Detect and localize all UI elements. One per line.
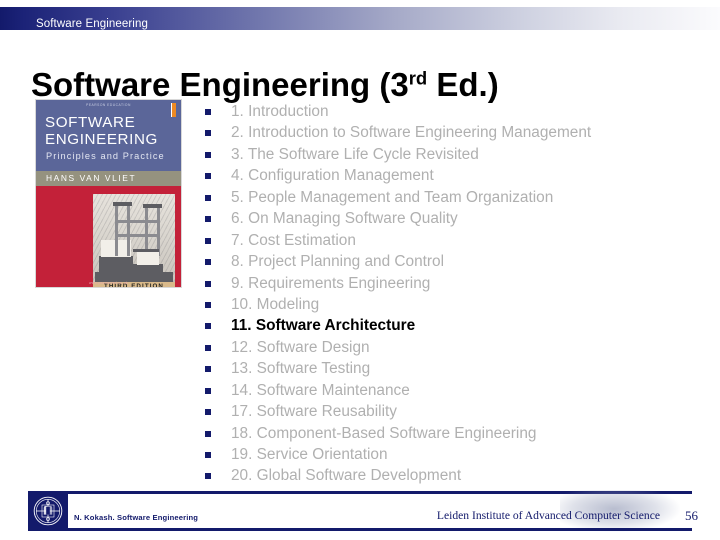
book-cover-publisher: PEARSON EDUCATION <box>86 103 131 107</box>
chapter-label: 14. Software Maintenance <box>231 381 410 399</box>
chapter-label: 9. Requirements Engineering <box>231 274 431 292</box>
bullet-square-icon <box>205 151 211 158</box>
list-item[interactable]: 20. Global Software Development <box>205 465 705 486</box>
banner-label: Software Engineering <box>36 18 148 30</box>
bullet-square-icon <box>205 344 211 351</box>
chapter-label: 11. Software Architecture <box>231 317 416 335</box>
book-cover-title-line-2: ENGINEERING <box>45 131 158 148</box>
book-cover-image: PEARSON EDUCATION SOFTWARE ENGINEERING P… <box>35 99 182 288</box>
bullet-square-icon <box>205 280 211 287</box>
page-title-superscript: rd <box>408 67 428 89</box>
list-item[interactable]: 9. Requirements Engineering <box>205 273 705 294</box>
list-item[interactable]: 7. Cost Estimation <box>205 230 705 251</box>
bullet-square-icon <box>205 473 211 480</box>
book-cover-author-band: HANS VAN VLIET <box>36 171 181 186</box>
list-item[interactable]: 1. Introduction <box>205 101 705 122</box>
list-item[interactable]: 10. Modeling <box>205 294 705 315</box>
bullet-square-icon <box>205 301 211 308</box>
chapter-label: 17. Software Reusability <box>231 403 397 421</box>
book-cover-subtitle: Principles and Practice <box>46 151 165 161</box>
chapter-label: 10. Modeling <box>231 295 320 313</box>
list-item[interactable]: 6. On Managing Software Quality <box>205 208 705 229</box>
chapter-label: 4. Configuration Management <box>231 167 434 185</box>
footer-top-rule <box>28 491 692 494</box>
chapter-label: 6. On Managing Software Quality <box>231 210 458 228</box>
page-title-tail: Ed.) <box>427 66 499 104</box>
list-item[interactable]: 2. Introduction to Software Engineering … <box>205 122 705 143</box>
university-seal-icon <box>33 496 63 526</box>
book-cover-illustration <box>93 194 175 282</box>
university-logo <box>28 491 68 531</box>
bullet-square-icon <box>205 366 211 373</box>
list-item[interactable]: 13. Software Testing <box>205 358 705 379</box>
chapter-label: 8. Project Planning and Control <box>231 253 445 271</box>
footer-bottom-rule <box>28 528 692 531</box>
book-cover-bookmark-tab <box>171 103 176 117</box>
bullet-square-icon <box>205 452 211 458</box>
bullet-square-icon <box>205 323 211 330</box>
book-cover-author: HANS VAN VLIET <box>46 173 137 183</box>
list-item[interactable]: 11. Software Architecture <box>205 315 705 336</box>
list-item[interactable]: 8. Project Planning and Control <box>205 251 705 272</box>
list-item[interactable]: 4. Configuration Management <box>205 165 705 186</box>
list-item[interactable]: 17. Software Reusability <box>205 401 705 422</box>
chapter-label: 12. Software Design <box>231 338 370 356</box>
chapter-label: 13. Software Testing <box>231 360 371 378</box>
bullet-square-icon <box>205 387 211 394</box>
book-cover-top-band: PEARSON EDUCATION SOFTWARE ENGINEERING P… <box>36 100 181 171</box>
bullet-square-icon <box>205 430 211 437</box>
chapter-label: 7. Cost Estimation <box>231 231 356 249</box>
book-cover-footer-line: www.pearsoned.co.uk <box>89 281 128 285</box>
chapter-label: 3. The Software Life Cycle Revisited <box>231 145 479 163</box>
chapter-label: 2. Introduction to Software Engineering … <box>231 124 592 142</box>
list-item[interactable]: 12. Software Design <box>205 337 705 358</box>
slide-page-number: 56 <box>685 508 698 523</box>
chapter-list: 1. Introduction 2. Introduction to Softwa… <box>205 101 705 487</box>
slide-header-banner: Software Engineering <box>0 7 720 30</box>
list-item[interactable]: 19. Service Orientation <box>205 444 705 465</box>
bullet-square-icon <box>205 109 211 115</box>
bullet-square-icon <box>205 130 211 137</box>
bullet-square-icon <box>205 409 211 416</box>
bullet-square-icon <box>205 237 211 244</box>
chapter-label: 18. Component-Based Software Engineering <box>231 424 537 442</box>
chapter-label: 5. People Management and Team Organizati… <box>231 188 554 206</box>
bullet-square-icon <box>205 173 211 180</box>
list-item[interactable]: 3. The Software Life Cycle Revisited <box>205 144 705 165</box>
book-cover-body: THIRD EDITION www.pearsoned.co.uk <box>36 186 181 287</box>
bullet-square-icon <box>205 194 211 201</box>
list-item[interactable]: 14. Software Maintenance <box>205 380 705 401</box>
chapter-label: 1. Introduction <box>231 103 329 120</box>
list-item[interactable]: 5. People Management and Team Organizati… <box>205 187 705 208</box>
footer-institute-text: Leiden Institute of Advanced Computer Sc… <box>436 509 660 522</box>
list-item[interactable]: 18. Component-Based Software Engineering <box>205 423 705 444</box>
chapter-label: 19. Service Orientation <box>231 446 388 463</box>
book-cover-title-line-1: SOFTWARE <box>45 114 136 131</box>
chapter-label: 20. Global Software Development <box>231 467 462 485</box>
bullet-square-icon <box>205 259 211 266</box>
page-title-main: Software Engineering (3 <box>31 66 409 104</box>
footer-author-text: N. Kokash. Software Engineering <box>74 513 199 522</box>
bullet-square-icon <box>205 216 211 223</box>
